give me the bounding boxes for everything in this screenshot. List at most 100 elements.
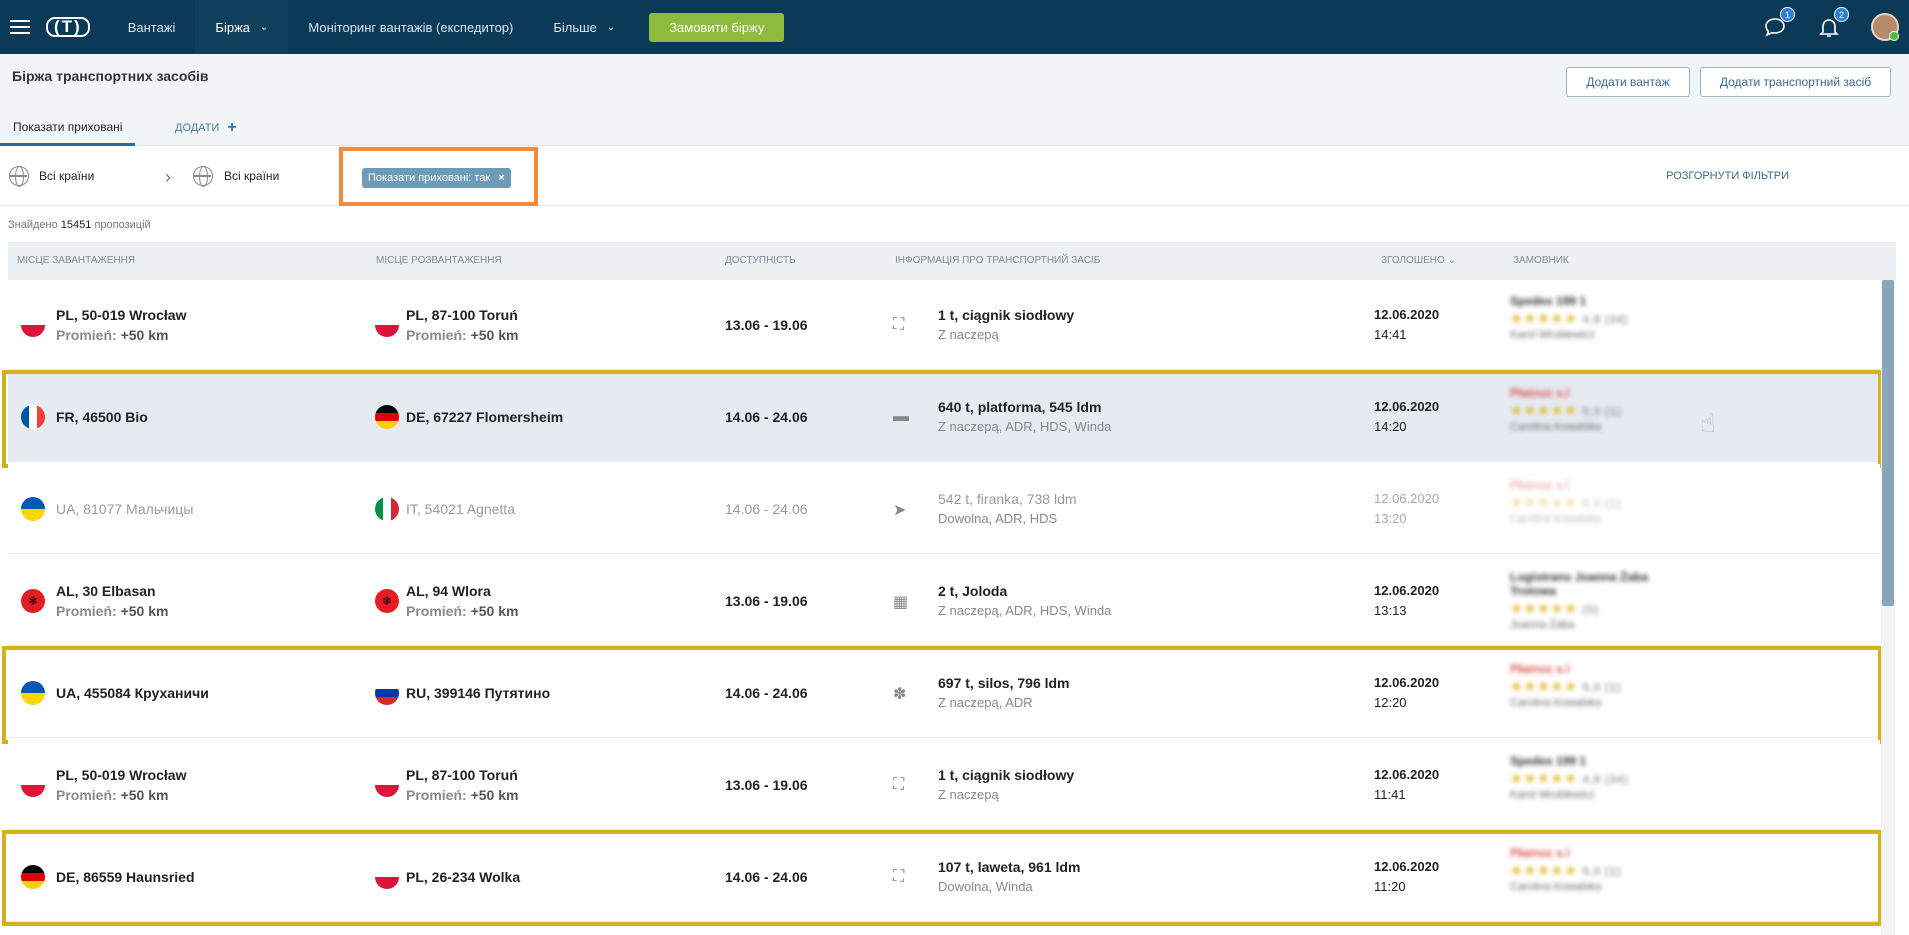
nav-item-more[interactable]: Більше ⌄ xyxy=(533,0,635,54)
table-row[interactable]: FR, 46500 Bio DE, 67227 Flomersheim 14.06 … xyxy=(8,372,1880,462)
unloading-place: IT, 54021 Agnetta xyxy=(406,501,515,517)
availability: 14.06 - 24.06 xyxy=(725,409,808,425)
messages-badge: 1 xyxy=(1780,7,1795,22)
chip-label: Показати приховані: так xyxy=(368,172,491,184)
loading-place: UA, 81077 Мальчицы xyxy=(56,501,194,517)
vehicle-extras: Dowolna, Winda xyxy=(938,879,1033,894)
messages-button[interactable]: 1 xyxy=(1763,7,1795,39)
flag-al-icon: ❄ xyxy=(21,589,45,613)
contact-person: Carolina Kowalska xyxy=(1510,881,1602,893)
tow-truck-icon: ⛶ xyxy=(893,868,905,885)
curtain-icon: ➤ xyxy=(893,502,907,519)
rating-value: 4,8 (34) xyxy=(1582,774,1629,786)
unloading-radius: Promień: +50 km xyxy=(406,787,518,803)
notifications-button[interactable]: 2 xyxy=(1817,7,1849,39)
tab-add[interactable]: ДОДАТИ + xyxy=(175,110,237,146)
customer-info[interactable]: Logistrans Joanna Żaba Trotowa ★★★★★ (0) J… xyxy=(1510,570,1690,632)
column-vehicle[interactable]: ІНФОРМАЦІЯ ПРО ТРАНСПОРТНИЙ ЗАСІБ xyxy=(895,255,1100,266)
nav-label: Моніторинг вантажів (експедитор) xyxy=(308,19,514,35)
grain-icon: ✽ xyxy=(893,686,907,703)
rating-stars-icon: ★★★★★ 5,0 (1) xyxy=(1510,494,1622,510)
column-availability[interactable]: ДОСТУПНІСТЬ xyxy=(725,255,796,266)
table-row[interactable]: PL, 50-019 Wrocław Promień: +50 km PL, 87-… xyxy=(8,280,1880,370)
nav-item-exchange[interactable]: Біржа ⌄ xyxy=(195,0,289,54)
radius-value: +50 km xyxy=(470,327,519,343)
rating-value: 5,0 (1) xyxy=(1582,406,1622,418)
avatar[interactable] xyxy=(1871,13,1899,41)
page-header: Біржа транспортних засобів Додати вантаж… xyxy=(0,54,1909,146)
container-icon: ▦ xyxy=(893,594,909,611)
found-suffix: пропозицій xyxy=(94,219,151,231)
add-cargo-button[interactable]: Додати вантаж xyxy=(1566,67,1690,97)
flatbed-icon: ▬ xyxy=(893,408,909,425)
found-count: 15451 xyxy=(60,219,92,231)
order-exchange-button[interactable]: Замовити біржу xyxy=(649,12,785,42)
customer-info[interactable]: Spedex 199 1 ★★★★★ 4,8 (34) Karol Wrublewi… xyxy=(1510,294,1690,356)
rating-value: 4,8 (34) xyxy=(1582,314,1629,326)
loading-place: UA, 455084 Круханичи xyxy=(56,685,209,701)
unloading-place: AL, 94 Wlora xyxy=(406,583,491,599)
vehicle-info: 1 t, ciągnik siodłowy xyxy=(938,767,1075,783)
table-row[interactable]: DE, 86559 Haunsried PL, 26-234 Wolka 14.06… xyxy=(8,832,1880,922)
rating-stars-icon: ★★★★★ (0) xyxy=(1510,600,1600,616)
announced-time: 13:20 xyxy=(1374,511,1407,526)
announced-date: 12.06.2020 xyxy=(1374,767,1440,782)
customer-info[interactable]: Płatnoz s.l ★★★★★ 5,0 (1) Carolina Kowalsk… xyxy=(1510,846,1690,908)
to-country-filter[interactable]: Всі країни xyxy=(224,169,279,183)
announced-date: 12.06.2020 xyxy=(1374,307,1440,322)
customer-info[interactable]: Płatnoz s.l ★★★★★ 5,0 (1) Carolina Kowalsk… xyxy=(1510,662,1690,724)
table-row[interactable]: ❄ AL, 30 Elbasan Promień: +50 km ❄ AL, 94 Wl… xyxy=(8,556,1880,646)
loading-radius: Promień: +50 km xyxy=(56,327,168,343)
vehicle-extras: Z naczepą, ADR xyxy=(938,695,1033,710)
from-country-filter[interactable]: Всі країни xyxy=(39,169,94,183)
flag-ua-icon xyxy=(21,497,45,521)
rating-value: 5,0 (1) xyxy=(1582,682,1622,694)
expand-filters-link[interactable]: РОЗГОРНУТИ ФІЛЬТРИ xyxy=(1666,170,1789,182)
announced-time: 11:41 xyxy=(1374,787,1406,802)
add-vehicle-button[interactable]: Додати транспортний засіб xyxy=(1700,67,1891,97)
scrollbar-thumb[interactable] xyxy=(1882,280,1894,606)
vehicle-info: 107 t, laweta, 961 ldm xyxy=(938,859,1081,875)
announced-date: 12.06.2020 xyxy=(1374,583,1440,598)
customer-info[interactable]: Spedex 199 1 ★★★★★ 4,8 (34) Karol Wrublewi… xyxy=(1510,754,1690,816)
flag-pl-icon xyxy=(21,773,45,797)
globe-icon xyxy=(193,166,213,187)
table-header: МІСЦЕ ЗАВАНТАЖЕННЯ МІСЦЕ РОЗВАНТАЖЕННЯ Д… xyxy=(8,242,1896,280)
flag-pl-icon xyxy=(375,313,399,337)
flag-pl-icon xyxy=(375,773,399,797)
loading-radius: Promień: +50 km xyxy=(56,603,168,619)
customer-info[interactable]: Płatnoz s.l ★★★★★ 5,0 (1) Carolina Kowalsk… xyxy=(1510,386,1690,448)
radius-value: +50 km xyxy=(470,603,519,619)
unloading-radius: Promień: +50 km xyxy=(406,327,518,343)
announced-time: 14:20 xyxy=(1374,419,1407,434)
flag-de-icon xyxy=(375,405,399,429)
customer-name: Logistrans Joanna Żaba Trotowa xyxy=(1510,570,1649,598)
loading-place: DE, 86559 Haunsried xyxy=(56,869,195,885)
top-navigation-bar: (T) Вантажі Біржа ⌄ Моніторинг вантажів (… xyxy=(0,0,1909,54)
close-icon[interactable]: × xyxy=(498,172,504,184)
menu-icon[interactable] xyxy=(10,20,32,34)
table-row[interactable]: PL, 50-019 Wrocław Promień: +50 km PL, 87-… xyxy=(8,740,1880,830)
nav-item-monitoring[interactable]: Моніторинг вантажів (експедитор) xyxy=(288,0,533,54)
show-hidden-chip[interactable]: Показати приховані: так × xyxy=(362,168,511,188)
logo[interactable]: (T) xyxy=(46,17,90,37)
flag-ua-icon xyxy=(21,681,45,705)
contact-person: Carolina Kowalska xyxy=(1510,421,1602,433)
radius-label: Promień: xyxy=(56,327,117,343)
table-row[interactable]: UA, 455084 Круханичи RU, 399146 Путятино 1… xyxy=(8,648,1880,738)
vehicle-extras: Dowolna, ADR, HDS xyxy=(938,511,1058,526)
column-customer[interactable]: ЗАМОВНИК xyxy=(1513,255,1569,266)
radius-value: +50 km xyxy=(120,327,169,343)
customer-info[interactable]: Płatnoz s.l ★★★★★ 5,0 (1) Carolina Kowalsk… xyxy=(1510,478,1690,540)
hand-cursor-icon: ☝ xyxy=(1700,408,1716,438)
contact-person: Karol Wrublewicz xyxy=(1510,789,1595,801)
column-announced[interactable]: ЗГОЛОШЕНО ⌄ xyxy=(1381,255,1456,266)
nav-item-cargo[interactable]: Вантажі xyxy=(108,0,196,54)
nav-label: Біржа xyxy=(215,19,250,35)
tab-show-hidden[interactable]: Показати приховані xyxy=(0,110,136,146)
rating-stars-icon: ★★★★★ 4,8 (34) xyxy=(1510,770,1629,786)
announced-time: 13:13 xyxy=(1374,603,1407,618)
table-row[interactable]: UA, 81077 Мальчицы IT, 54021 Agnetta 14.06… xyxy=(8,464,1880,554)
column-loading[interactable]: МІСЦЕ ЗАВАНТАЖЕННЯ xyxy=(17,255,135,266)
column-unloading[interactable]: МІСЦЕ РОЗВАНТАЖЕННЯ xyxy=(376,255,502,266)
